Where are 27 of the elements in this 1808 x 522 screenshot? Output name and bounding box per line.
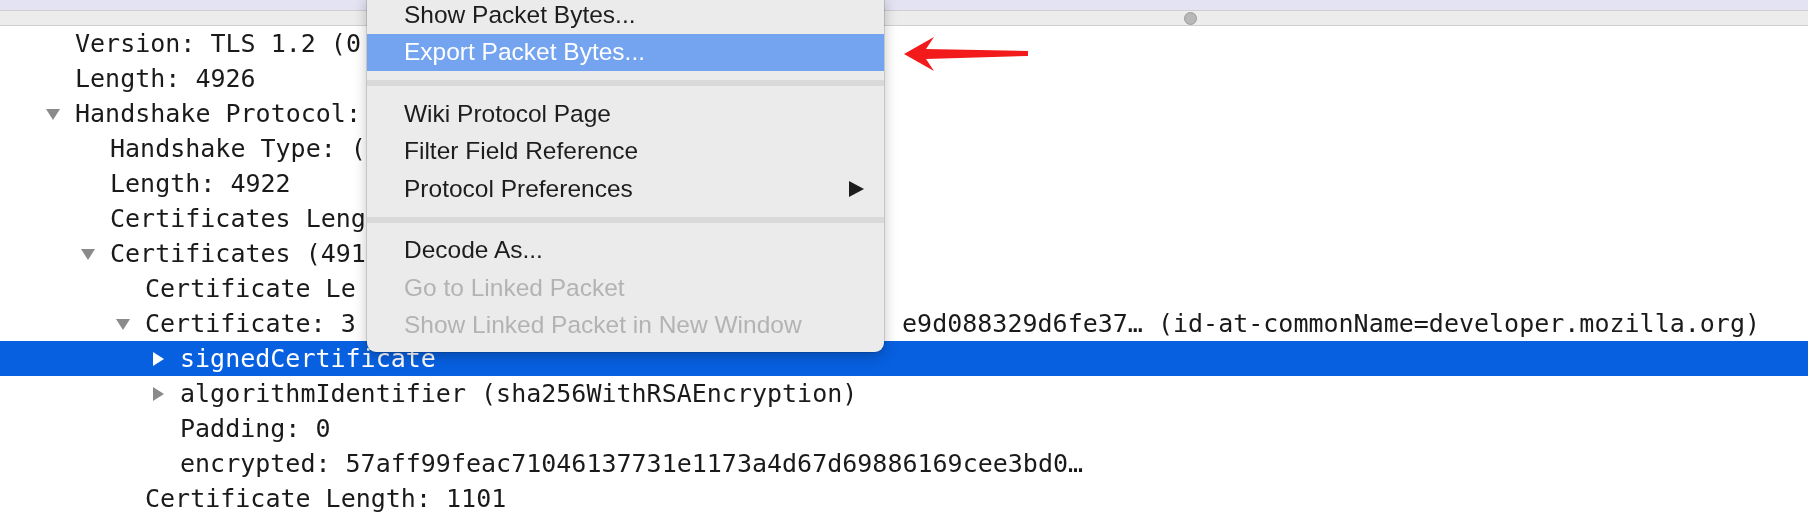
menu-item[interactable]: Filter Field Reference — [367, 132, 884, 170]
expanded-triangle-icon[interactable] — [116, 316, 130, 331]
tree-label[interactable]: Version: TLS 1.2 (0 — [75, 29, 361, 58]
tree-label[interactable]: signedCertificate — [180, 344, 436, 373]
tree-label: e9d088329d6fe37… (id-at-commonName=developer.mozilla.org) — [902, 309, 1760, 338]
menu-item[interactable]: Wiki Protocol Page — [367, 95, 884, 133]
menu-item[interactable]: Protocol Preferences — [367, 170, 884, 208]
selected-row-highlight[interactable]: signedCertificate — [0, 341, 1808, 376]
menu-item[interactable]: Show Packet Bytes... — [367, 0, 884, 34]
splitter-handle[interactable] — [1183, 11, 1197, 25]
tree-label[interactable]: algorithmIdentifier (sha256WithRSAEncryption) — [180, 379, 858, 408]
tree-label[interactable]: Padding: 0 — [180, 414, 331, 443]
tree-label[interactable]: Certificate Le — [145, 274, 356, 303]
tree-label[interactable]: Handshake Type: ( — [110, 134, 366, 163]
collapsed-triangle-icon[interactable] — [151, 386, 165, 401]
expanded-triangle-icon[interactable] — [46, 106, 60, 121]
tree-label[interactable]: Certificate Length: 1101 — [145, 484, 507, 513]
tree-label[interactable]: encrypted: 57aff99feac71046137731e1173a4d67d69886169cee3bd0… — [180, 449, 1084, 478]
tree-label[interactable]: Certificates (491 — [110, 239, 366, 268]
tree-label[interactable]: Length: 4922 — [110, 169, 291, 198]
tree-label[interactable]: Handshake Protocol: — [75, 99, 361, 128]
tree-label[interactable]: Certificate: 3 — [145, 309, 356, 338]
collapsed-triangle-icon[interactable] — [151, 351, 165, 366]
expanded-triangle-icon[interactable] — [81, 246, 95, 261]
menu-item[interactable]: Decode As... — [367, 231, 884, 269]
tree-label[interactable]: Length: 4926 — [75, 64, 256, 93]
tree-label[interactable]: Certificates Leng — [110, 204, 366, 233]
